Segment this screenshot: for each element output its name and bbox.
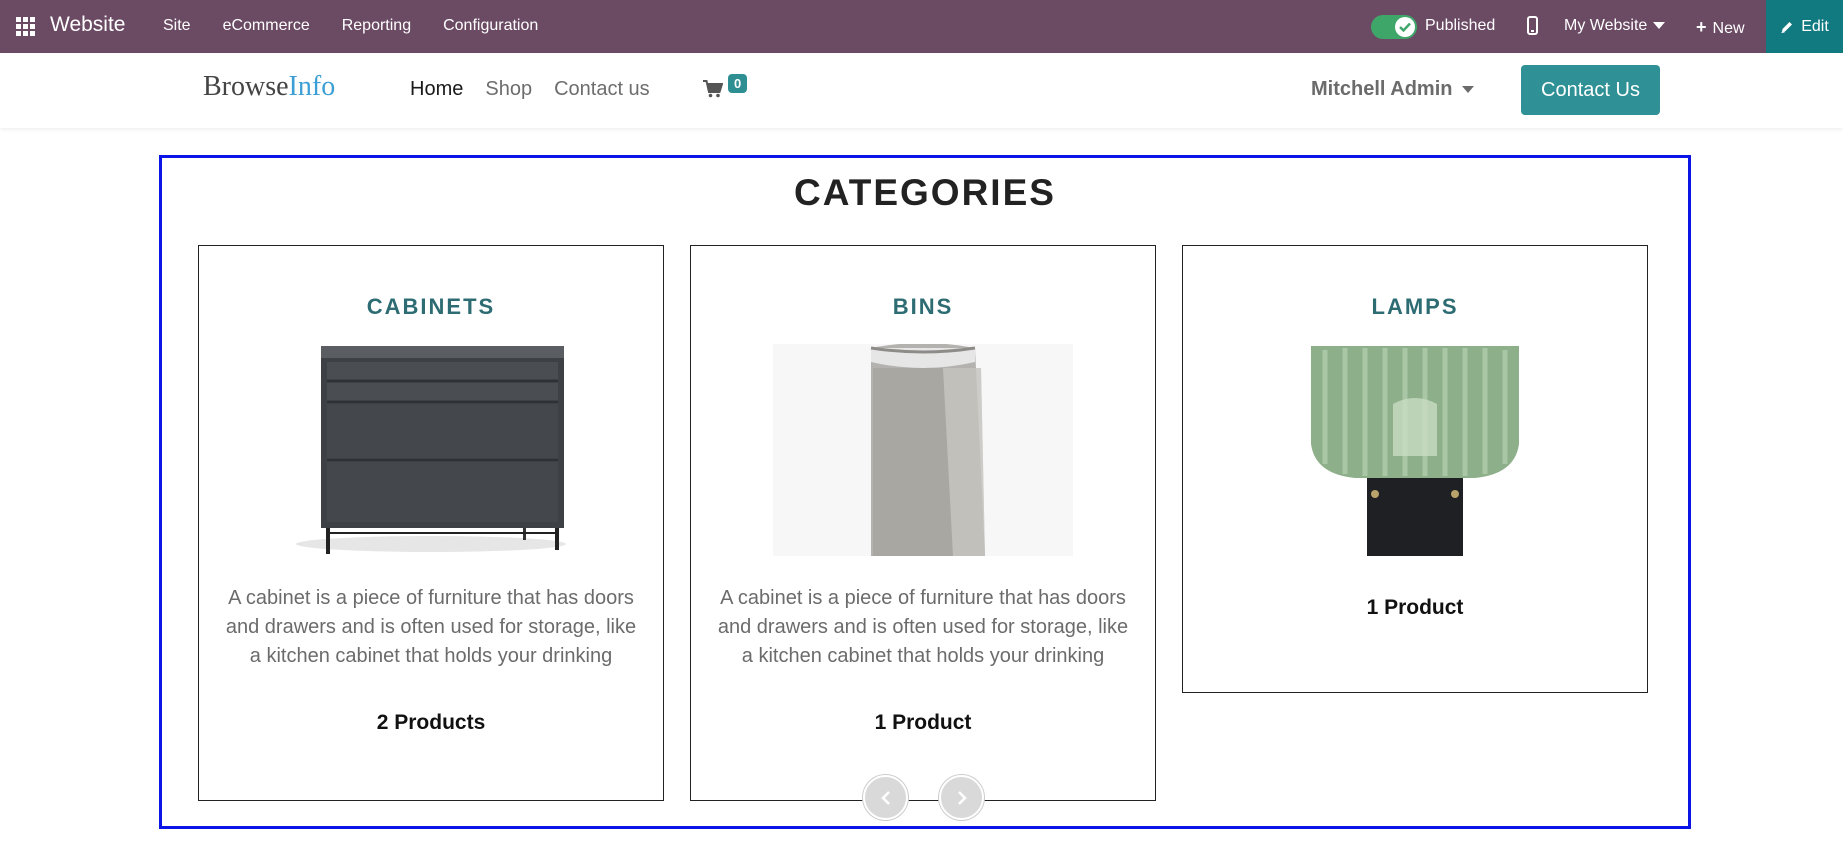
admin-menu: Site eCommerce Reporting Configuration bbox=[163, 17, 570, 35]
carousel-prev-button[interactable] bbox=[863, 775, 908, 820]
edit-button-label: Edit bbox=[1801, 17, 1829, 35]
caret-down-icon bbox=[1653, 22, 1666, 30]
nav-contact-us[interactable]: Contact us bbox=[554, 78, 650, 101]
menu-item-reporting[interactable]: Reporting bbox=[342, 17, 411, 35]
category-card-bins[interactable]: BINS A cabinet is a piece of furniture t… bbox=[690, 245, 1156, 801]
cart-icon[interactable] bbox=[703, 80, 723, 98]
edit-button[interactable]: Edit bbox=[1766, 0, 1843, 53]
section-title: CATEGORIES bbox=[794, 172, 1056, 213]
app-name[interactable]: Website bbox=[50, 13, 125, 37]
publish-toggle[interactable] bbox=[1371, 15, 1417, 39]
menu-item-site[interactable]: Site bbox=[163, 17, 191, 35]
category-description: A cabinet is a piece of furniture that h… bbox=[717, 587, 1129, 667]
category-product-count: 1 Product bbox=[874, 711, 972, 734]
user-menu[interactable]: Mitchell Admin bbox=[1311, 78, 1475, 101]
category-card-lamps[interactable]: LAMPS 1 Product bbox=[1182, 245, 1648, 693]
bin-image bbox=[773, 343, 1073, 556]
category-product-count: 2 Products bbox=[376, 711, 486, 734]
check-icon bbox=[1399, 22, 1411, 32]
website-selector-label: My Website bbox=[1564, 17, 1648, 34]
category-name: BINS bbox=[892, 294, 954, 319]
mobile-preview-icon[interactable] bbox=[1527, 16, 1538, 35]
admin-top-bar: Website Site eCommerce Reporting Configu… bbox=[0, 0, 1843, 53]
site-logo[interactable]: BrowseInfo bbox=[203, 71, 335, 103]
category-product-count: 1 Product bbox=[1366, 596, 1464, 619]
site-nav: Home Shop Contact us bbox=[410, 78, 672, 101]
category-name: CABINETS bbox=[366, 294, 496, 319]
new-button-label: New bbox=[1712, 20, 1745, 37]
menu-item-configuration[interactable]: Configuration bbox=[443, 17, 538, 35]
user-name: Mitchell Admin bbox=[1311, 78, 1453, 100]
menu-item-ecommerce[interactable]: eCommerce bbox=[223, 17, 310, 35]
logo-part1: Browse bbox=[203, 71, 289, 102]
toggle-knob bbox=[1395, 17, 1415, 37]
website-selector[interactable]: My Website bbox=[1564, 17, 1666, 35]
category-card-cabinets[interactable]: CABINETS A cabinet is a piece of furnitu… bbox=[198, 245, 664, 801]
chevron-right-icon bbox=[957, 790, 967, 805]
plus-icon: + bbox=[1696, 17, 1707, 37]
published-label[interactable]: Published bbox=[1425, 17, 1495, 35]
category-name: LAMPS bbox=[1371, 294, 1459, 319]
logo-part2: Info bbox=[288, 71, 336, 102]
new-button[interactable]: + New bbox=[1696, 17, 1745, 38]
apps-grid-icon[interactable] bbox=[16, 17, 35, 36]
nav-shop[interactable]: Shop bbox=[485, 78, 532, 101]
category-description: A cabinet is a piece of furniture that h… bbox=[225, 587, 637, 667]
lamp-image bbox=[1265, 344, 1565, 556]
cart-count-badge: 0 bbox=[728, 74, 748, 93]
carousel-next-button[interactable] bbox=[939, 775, 984, 820]
chevron-left-icon bbox=[880, 790, 890, 805]
cabinet-image bbox=[281, 344, 581, 556]
caret-down-icon bbox=[1462, 86, 1475, 94]
categories-section: CATEGORIES CABINETS A cabinet is a piece… bbox=[159, 155, 1691, 829]
pencil-icon bbox=[1781, 21, 1793, 33]
site-header: BrowseInfo Home Shop Contact us 0 Mitche… bbox=[0, 53, 1843, 128]
nav-home[interactable]: Home bbox=[410, 78, 463, 101]
contact-us-button[interactable]: Contact Us bbox=[1521, 65, 1660, 115]
